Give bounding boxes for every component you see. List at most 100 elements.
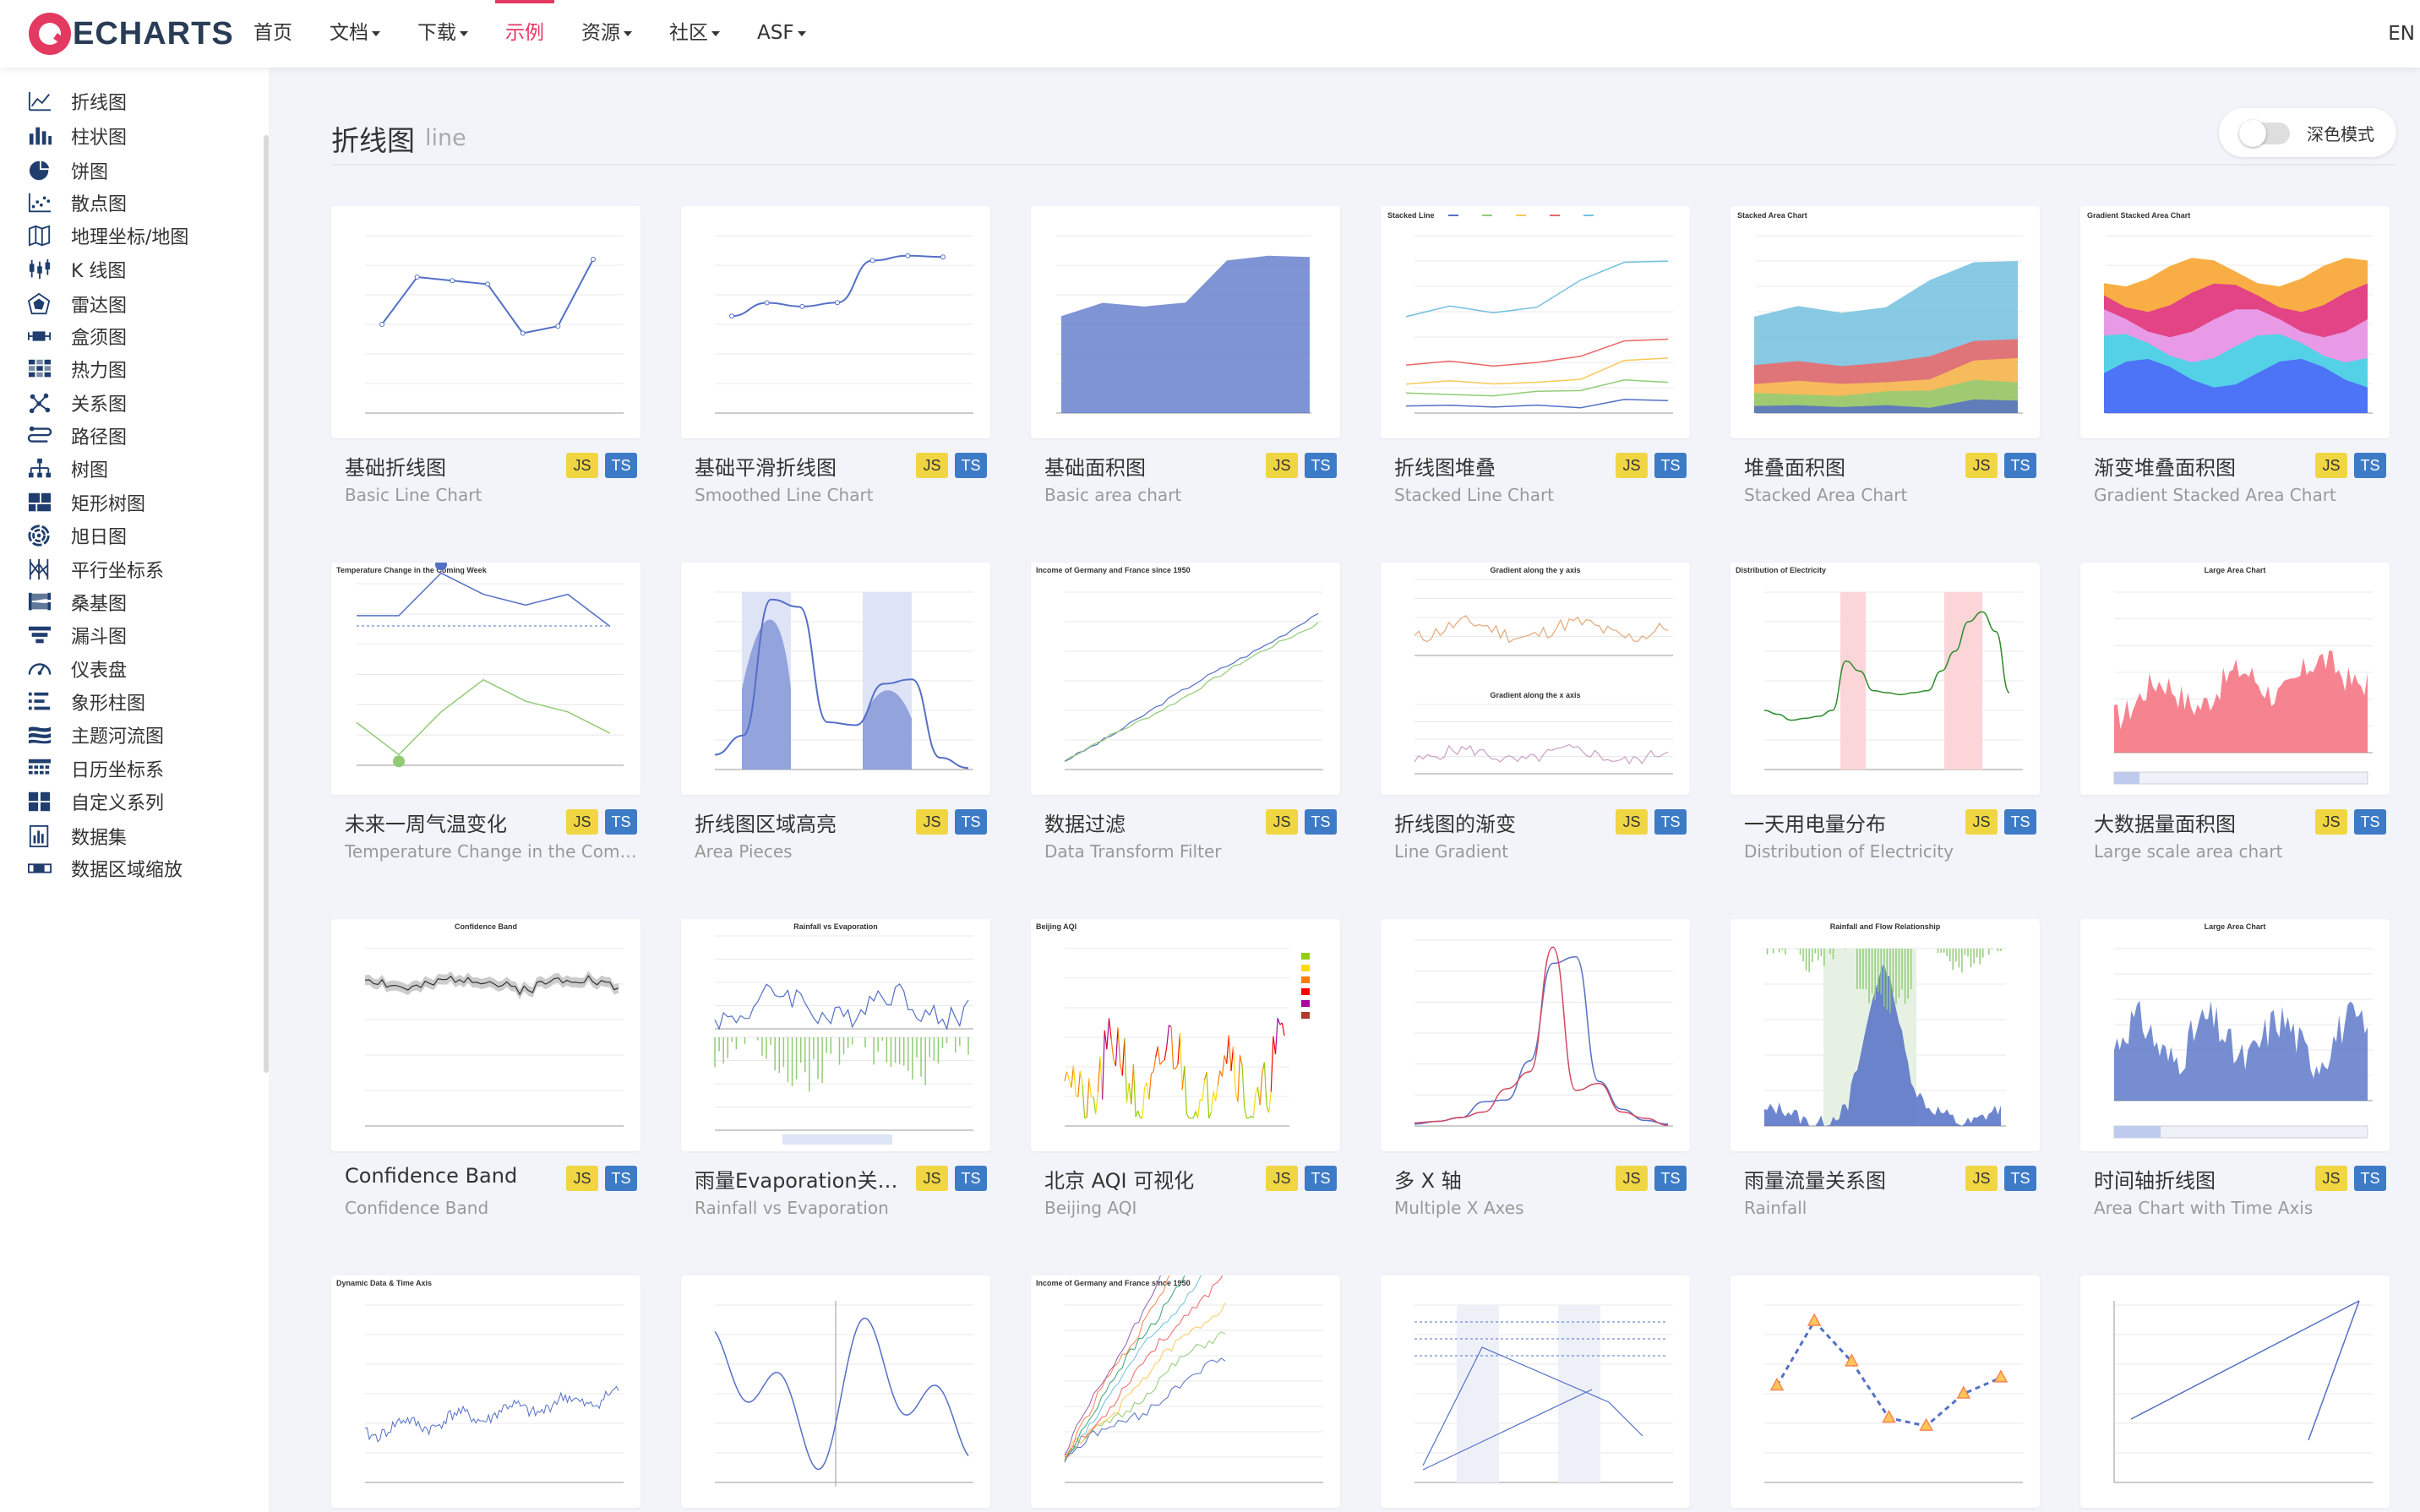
- ts-badge[interactable]: TS: [1305, 809, 1337, 835]
- nav-item-6[interactable]: ASF: [757, 0, 806, 68]
- card-title[interactable]: 雨量流量关系图: [1744, 1164, 1955, 1194]
- ts-badge[interactable]: TS: [1654, 1166, 1687, 1191]
- example-card[interactable]: [1731, 1275, 2040, 1508]
- example-card[interactable]: Beijing AQI 北京 AQI 可视化 JS TS Beijing AQI: [1031, 919, 1340, 1218]
- card-title[interactable]: 基础面积图: [1044, 451, 1256, 481]
- nav-item-0[interactable]: 首页: [253, 0, 292, 68]
- ts-badge[interactable]: TS: [2354, 809, 2386, 835]
- example-card[interactable]: Rainfall and Flow Relationship 雨量流量关系图 JS T…: [1731, 919, 2040, 1218]
- js-badge[interactable]: JS: [566, 1166, 598, 1191]
- chart-thumbnail[interactable]: Rainfall and Flow Relationship: [1731, 919, 2040, 1151]
- example-card[interactable]: Temperature Change in the Coming Week 未来一…: [331, 563, 640, 862]
- sidebar-item-16[interactable]: 漏斗图: [25, 618, 127, 652]
- example-card[interactable]: Gradient Stacked Area Chart 渐变堆叠面积图 JS TS Gr…: [2080, 206, 2390, 505]
- sidebar-item-11[interactable]: 树图: [25, 452, 108, 486]
- card-title[interactable]: 折线图堆叠: [1394, 451, 1605, 481]
- sidebar-item-19[interactable]: 主题河流图: [25, 718, 164, 752]
- nav-item-2[interactable]: 下载: [417, 0, 468, 68]
- chart-thumbnail[interactable]: Confidence Band: [331, 919, 640, 1151]
- card-title[interactable]: 折线图区域高亮: [695, 808, 906, 837]
- sidebar-item-15[interactable]: 桑基图: [25, 585, 127, 619]
- ts-badge[interactable]: TS: [605, 1166, 637, 1191]
- chart-thumbnail[interactable]: [681, 1275, 990, 1508]
- sidebar-item-4[interactable]: 地理坐标/地图: [25, 219, 188, 253]
- js-badge[interactable]: JS: [2315, 809, 2347, 835]
- js-badge[interactable]: JS: [1266, 809, 1298, 835]
- card-title[interactable]: 基础平滑折线图: [695, 451, 906, 481]
- card-title[interactable]: 一天用电量分布: [1744, 808, 1955, 837]
- ts-badge[interactable]: TS: [955, 809, 987, 835]
- sidebar-item-8[interactable]: 热力图: [25, 352, 127, 386]
- chart-thumbnail[interactable]: Distribution of Electricity: [1731, 563, 2040, 795]
- sidebar-item-0[interactable]: 折线图: [25, 84, 127, 118]
- js-badge[interactable]: JS: [1266, 1166, 1298, 1191]
- card-title[interactable]: Confidence Band: [345, 1164, 556, 1188]
- ts-badge[interactable]: TS: [955, 453, 987, 478]
- sidebar-item-22[interactable]: 数据集: [25, 819, 127, 853]
- example-card[interactable]: [2080, 1275, 2390, 1508]
- example-card[interactable]: [681, 1275, 990, 1508]
- chart-thumbnail[interactable]: Dynamic Data & Time Axis: [331, 1275, 640, 1508]
- chart-thumbnail[interactable]: [331, 206, 640, 438]
- example-card[interactable]: Income of Germany and France since 1950 数…: [1031, 563, 1340, 862]
- chart-thumbnail[interactable]: Large Area Chart: [2080, 563, 2390, 795]
- ts-badge[interactable]: TS: [1654, 453, 1687, 478]
- js-badge[interactable]: JS: [1965, 809, 1998, 835]
- chart-thumbnail[interactable]: Income of Germany and France since 1950: [1031, 563, 1340, 795]
- js-badge[interactable]: JS: [2315, 1166, 2347, 1191]
- example-card[interactable]: [1381, 1275, 1690, 1508]
- chart-thumbnail[interactable]: Rainfall vs Evaporation: [681, 919, 990, 1151]
- chart-thumbnail[interactable]: [1031, 206, 1340, 438]
- sidebar-item-9[interactable]: 关系图: [25, 386, 127, 420]
- nav-item-1[interactable]: 文档: [330, 0, 380, 68]
- card-title[interactable]: 数据过滤: [1044, 808, 1256, 837]
- card-title[interactable]: 北京 AQI 可视化: [1044, 1164, 1256, 1194]
- ts-badge[interactable]: TS: [2004, 809, 2036, 835]
- card-title[interactable]: 未来一周气温变化: [345, 808, 556, 837]
- chart-thumbnail[interactable]: Large Area Chart: [2080, 919, 2390, 1151]
- js-badge[interactable]: JS: [1616, 453, 1648, 478]
- echarts-logo[interactable]: ECHARTS: [29, 12, 234, 56]
- js-badge[interactable]: JS: [1965, 453, 1998, 478]
- sidebar-item-5[interactable]: K 线图: [25, 253, 126, 286]
- chart-thumbnail[interactable]: [681, 563, 990, 795]
- chart-thumbnail[interactable]: Stacked Line: [1381, 206, 1690, 438]
- ts-badge[interactable]: TS: [2354, 1166, 2386, 1191]
- card-title[interactable]: 基础折线图: [345, 451, 556, 481]
- js-badge[interactable]: JS: [1616, 809, 1648, 835]
- sidebar-item-17[interactable]: 仪表盘: [25, 652, 127, 686]
- card-title[interactable]: 堆叠面积图: [1744, 451, 1955, 481]
- example-card[interactable]: 基础折线图 JS TS Basic Line Chart: [331, 206, 640, 505]
- chart-thumbnail[interactable]: Gradient along the y axis Gradient along …: [1381, 563, 1690, 795]
- nav-item-3[interactable]: 示例: [495, 0, 554, 68]
- ts-badge[interactable]: TS: [1305, 1166, 1337, 1191]
- chart-thumbnail[interactable]: Beijing AQI: [1031, 919, 1340, 1151]
- js-badge[interactable]: JS: [916, 1166, 948, 1191]
- example-card[interactable]: Stacked Area Chart 堆叠面积图 JS TS Stacked Area …: [1731, 206, 2040, 505]
- chart-thumbnail[interactable]: [1381, 1275, 1690, 1508]
- example-card[interactable]: Stacked Line 折线图堆叠 JS TS Stacked Line Chart: [1381, 206, 1690, 505]
- chart-thumbnail[interactable]: Income of Germany and France since 1950: [1031, 1275, 1340, 1508]
- chart-thumbnail[interactable]: Gradient Stacked Area Chart: [2080, 206, 2390, 438]
- chart-thumbnail[interactable]: Temperature Change in the Coming Week: [331, 563, 640, 795]
- example-card[interactable]: 多 X 轴 JS TS Multiple X Axes: [1381, 919, 1690, 1218]
- dark-mode-toggle[interactable]: 深色模式: [2219, 108, 2396, 157]
- example-card[interactable]: 折线图区域高亮 JS TS Area Pieces: [681, 563, 990, 862]
- ts-badge[interactable]: TS: [2004, 453, 2036, 478]
- sidebar-item-12[interactable]: 矩形树图: [25, 486, 145, 519]
- sidebar-item-2[interactable]: 饼图: [25, 154, 108, 188]
- sidebar-item-14[interactable]: 平行坐标系: [25, 552, 164, 586]
- language-switch[interactable]: EN: [2388, 0, 2415, 68]
- card-title[interactable]: 时间轴折线图: [2094, 1164, 2305, 1194]
- sidebar-item-18[interactable]: 象形柱图: [25, 685, 145, 719]
- example-card[interactable]: Income of Germany and France since 1950: [1031, 1275, 1340, 1508]
- js-badge[interactable]: JS: [1266, 453, 1298, 478]
- sidebar-item-1[interactable]: 柱状图: [25, 119, 127, 153]
- js-badge[interactable]: JS: [2315, 453, 2347, 478]
- sidebar-item-13[interactable]: 旭日图: [25, 519, 127, 552]
- nav-item-5[interactable]: 社区: [669, 0, 720, 68]
- card-title[interactable]: 折线图的渐变: [1394, 808, 1605, 837]
- nav-item-4[interactable]: 资源: [581, 0, 632, 68]
- card-title[interactable]: 多 X 轴: [1394, 1164, 1605, 1194]
- example-card[interactable]: Confidence Band Confidence Band JS TS Confid…: [331, 919, 640, 1218]
